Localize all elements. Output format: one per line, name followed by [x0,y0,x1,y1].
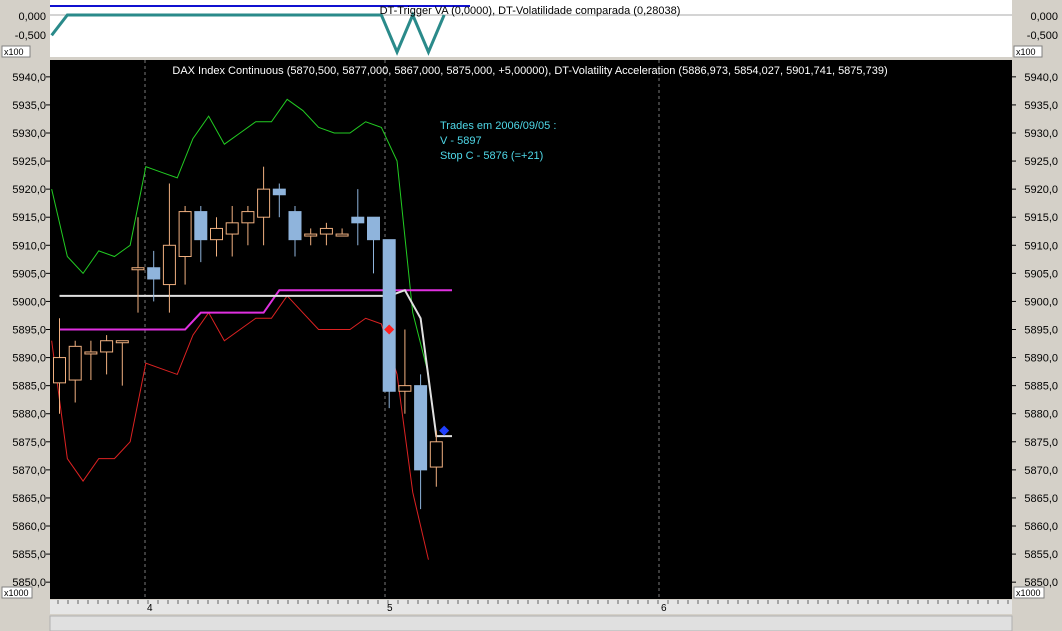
y-tick-left: 5915,0 [12,212,46,224]
y-tick-right: 5865,0 [1024,493,1058,505]
y-tick-left: 5920,0 [12,184,46,196]
candle-body [257,188,271,218]
candle-body [100,340,114,353]
candle-body [53,357,66,384]
top-left-multiplier: x100 [4,47,24,57]
x-label-5: 5 [387,603,393,614]
candle-body [335,233,349,237]
candle-body [241,211,255,224]
y-tick-left: 5885,0 [12,381,46,393]
y-tick-right: 5895,0 [1024,325,1058,337]
y-tick-left: 5910,0 [12,240,46,252]
candle-body [131,267,145,271]
top-right-multiplier: x100 [1016,47,1036,57]
candle-body [272,188,286,196]
top-left-tick-0: 0,000 [18,11,46,23]
chart-root: DT-Trigger VA (0,0000), DT-Volatilidade … [1,0,1058,631]
y-tick-right: 5875,0 [1024,437,1058,449]
main-panel-title: DAX Index Continuous (5870,500, 5877,000… [172,65,887,77]
x-label-4: 4 [147,603,153,614]
y-tick-right: 5855,0 [1024,549,1058,561]
y-tick-right: 5905,0 [1024,268,1058,280]
top-right-tick-1: -0,500 [1027,30,1058,42]
y-tick-left: 5895,0 [12,325,46,337]
candle-body [367,216,380,241]
candle-body [398,385,412,392]
trade-annotation-line1: Trades em 2006/09/05 : [440,120,556,132]
y-tick-right: 5920,0 [1024,184,1058,196]
candle-body [194,211,208,241]
y-tick-right: 5900,0 [1024,296,1058,308]
candle-body [115,340,129,344]
y-tick-left: 5905,0 [12,268,46,280]
y-tick-left: 5880,0 [12,409,46,421]
candle-body [162,244,176,286]
candle-body [225,222,239,235]
y-tick-right: 5930,0 [1024,128,1058,140]
candle-body [68,345,82,381]
candle-body [84,351,98,355]
candle [382,239,396,409]
candle-body [382,239,396,392]
candle-body [351,216,365,224]
candle-body [178,211,192,258]
horizontal-scrollbar[interactable] [49,615,1013,631]
y-tick-left: 5925,0 [12,156,46,168]
y-tick-right: 5870,0 [1024,465,1058,477]
y-tick-left: 5890,0 [12,353,46,365]
y-tick-right: 5860,0 [1024,521,1058,533]
y-tick-left: 5900,0 [12,296,46,308]
y-tick-left: 5865,0 [12,493,46,505]
y-tick-right: 5890,0 [1024,353,1058,365]
candle-body [414,385,428,471]
trade-annotation-line3: Stop C - 5876 (=+21) [440,150,543,162]
y-tick-left: 5875,0 [12,437,46,449]
top-left-tick-1: -0,500 [15,30,46,42]
y-tick-left: 5930,0 [12,128,46,140]
y-tick-left: 5855,0 [12,549,46,561]
y-tick-right: 5925,0 [1024,156,1058,168]
y-tick-left: 5860,0 [12,521,46,533]
candle-body [429,441,443,468]
main-panel-bg [50,60,1012,599]
candle-body [319,227,333,235]
y-tick-left: 5870,0 [12,465,46,477]
main-right-multiplier: x1000 [1016,588,1041,598]
y-tick-right: 5880,0 [1024,409,1058,421]
y-tick-right: 5935,0 [1024,100,1058,112]
candle-body [210,227,223,241]
main-left-multiplier: x1000 [4,588,29,598]
y-tick-right: 5915,0 [1024,212,1058,224]
y-tick-left: 5935,0 [12,100,46,112]
candle-body [288,211,302,241]
candle-body [304,233,318,237]
trade-annotation-line2: V - 5897 [440,135,482,147]
y-tick-right: 5885,0 [1024,381,1058,393]
x-label-6: 6 [661,603,667,614]
y-tick-right: 5910,0 [1024,240,1058,252]
y-tick-left: 5940,0 [12,72,46,84]
top-panel-title: DT-Trigger VA (0,0000), DT-Volatilidade … [380,5,681,17]
top-right-tick-0: 0,000 [1030,11,1058,23]
y-tick-right: 5940,0 [1024,72,1058,84]
candle-body [147,267,161,280]
